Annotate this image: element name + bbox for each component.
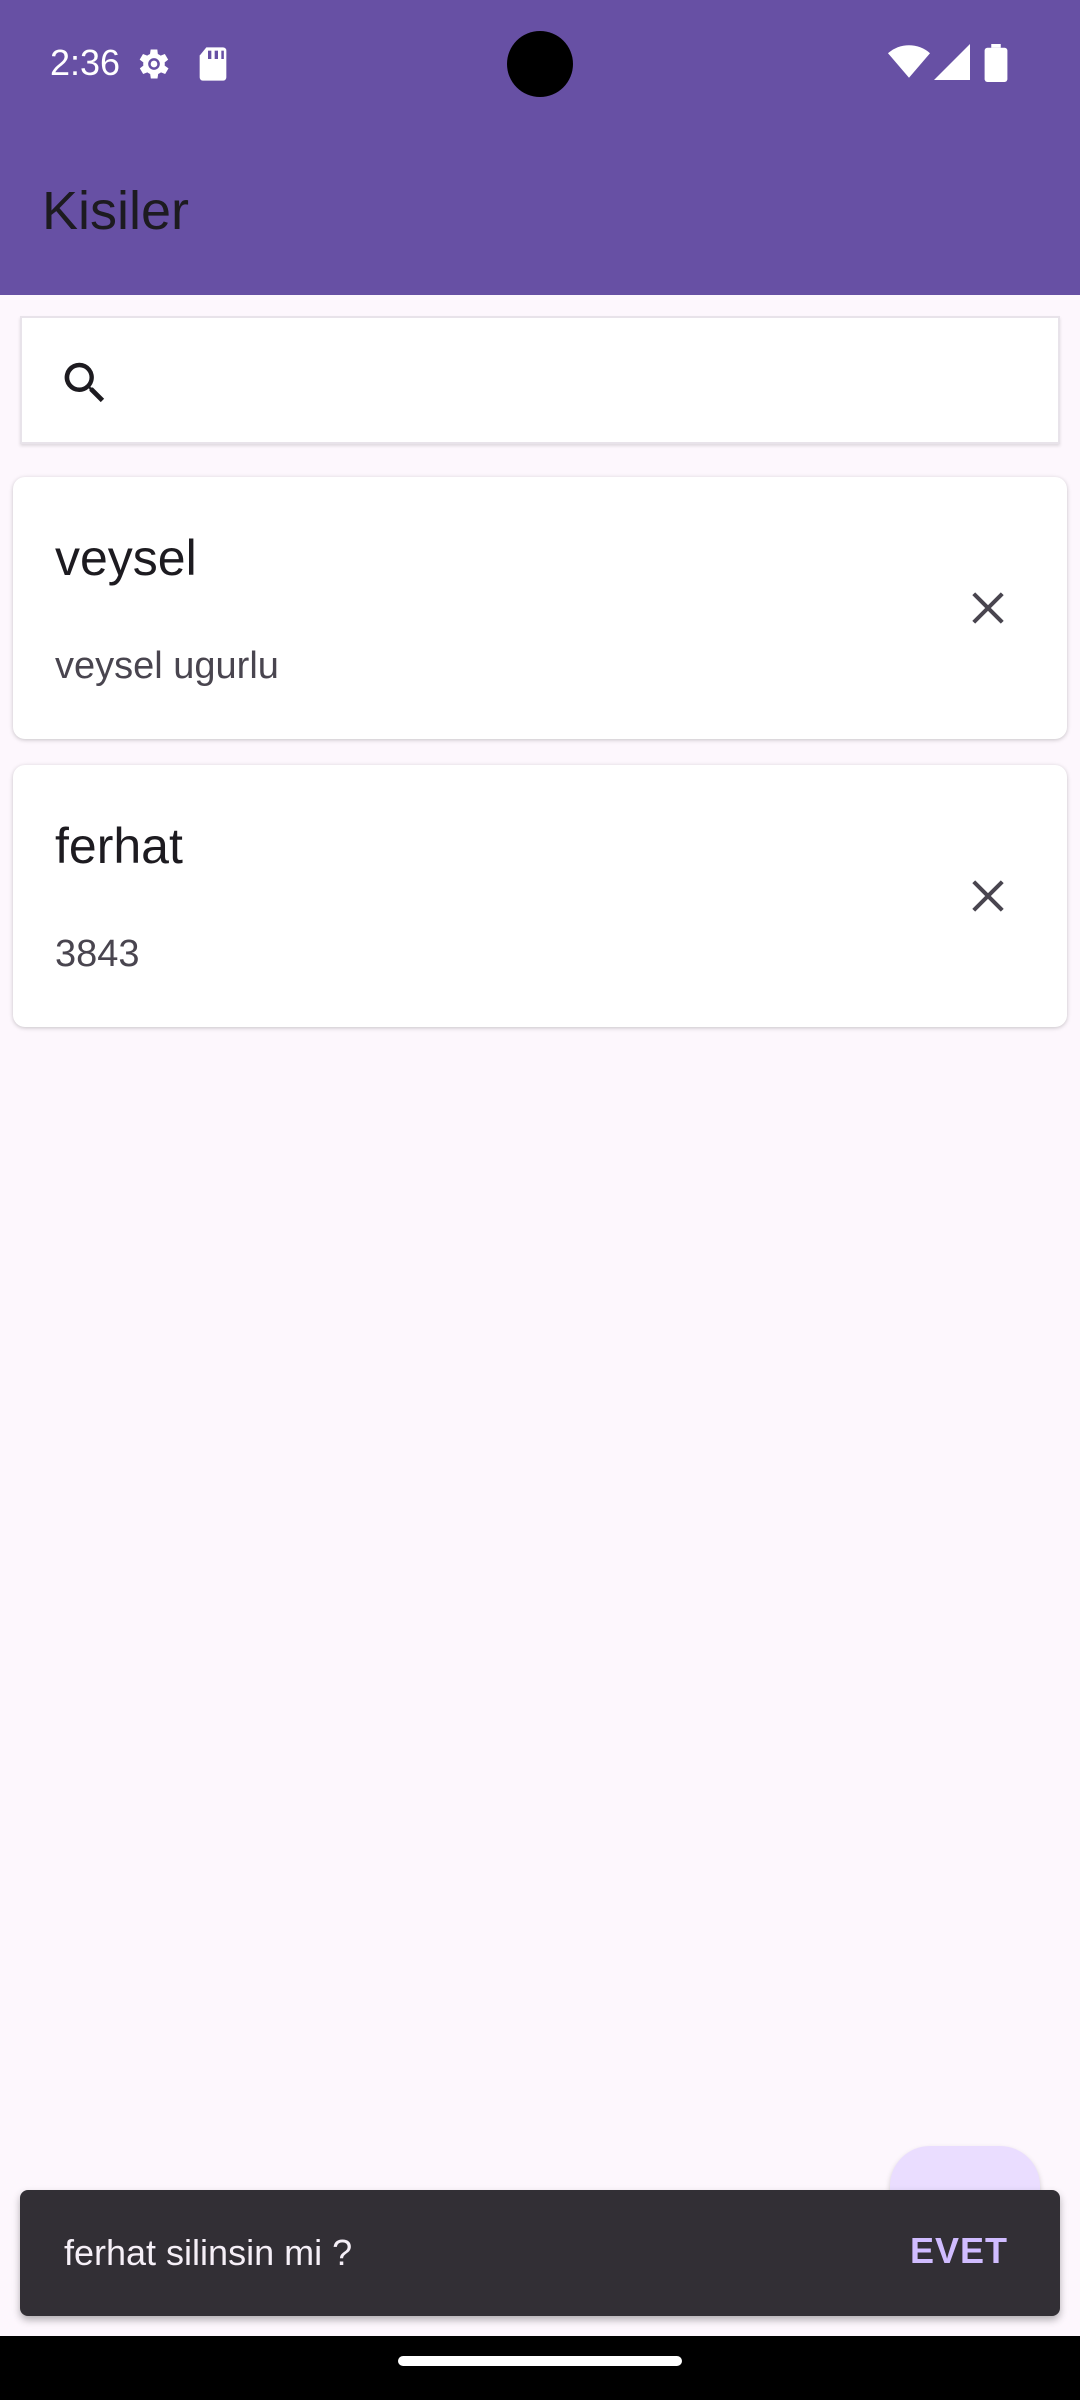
status-bar: 2:36 [0,0,1080,128]
contact-card[interactable]: veysel veysel ugurlu [13,477,1067,739]
status-time: 2:36 [50,42,121,83]
signal-icon [934,44,970,80]
contact-detail: veysel ugurlu [55,645,279,687]
sd-card-icon [199,47,227,81]
wifi-icon [888,45,930,78]
close-icon [972,592,1004,624]
contact-card[interactable]: ferhat 3843 [13,765,1067,1027]
delete-contact-button[interactable] [957,577,1019,639]
search-bar[interactable] [20,316,1060,444]
app-header: 2:36 Kisiler [0,0,1080,295]
search-icon [64,362,105,403]
camera-cutout [507,31,573,97]
gesture-handle[interactable] [398,2356,682,2366]
close-icon [972,880,1004,912]
gear-icon [139,49,169,79]
snackbar: ferhat silinsin mi ? EVET [20,2190,1060,2316]
contact-detail: 3843 [55,933,140,975]
contact-name: ferhat [55,818,183,874]
battery-icon [984,44,1008,82]
snackbar-confirm-button[interactable]: EVET [910,2230,1008,2272]
delete-contact-button[interactable] [957,865,1019,927]
snackbar-message: ferhat silinsin mi ? [64,2232,353,2273]
search-input[interactable] [142,338,1022,424]
navigation-bar [0,2336,1080,2400]
page-title: Kisiler [42,181,190,241]
contact-name: veysel [55,530,197,586]
